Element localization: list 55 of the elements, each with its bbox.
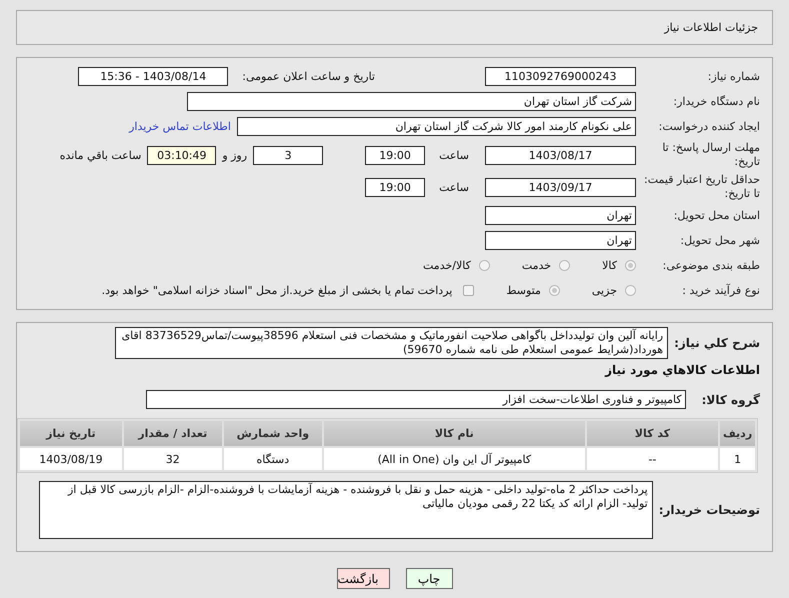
remaining-label: ساعت باقي مانده — [60, 148, 142, 162]
option-label: کالا — [602, 259, 617, 272]
table-cell: کامپیوتر آل این وان (All in One) — [324, 448, 585, 470]
buyer-notes-field[interactable]: پرداخت حداکثر 2 ماه-تولید داخلی - هزینه حمل و نقل با فروشنده - هزینه آزمایشات با فروشنده-الزام -الزام بازرسی کالا قبل از تولید- الزام ارائه کد یکتا 22 رقمی مودیان مالیاتی — [38, 481, 653, 539]
option-label: متوسط — [506, 284, 541, 297]
field-label: تاریخ و ساعت اعلان عمومی: — [242, 70, 375, 83]
city-field[interactable]: تهران — [485, 231, 636, 250]
column-header: کد کالا — [586, 421, 718, 446]
goods-group-field[interactable]: کامپیوتر و فناوری اطلاعات-سخت افزار — [146, 390, 686, 409]
field-label: استان محل تحویل: — [672, 208, 760, 222]
remaining-time-field[interactable]: 03:10:49 — [147, 146, 216, 164]
table-cell: 1403/08/19 — [20, 448, 122, 470]
column-header: تاریخ نیاز — [20, 421, 122, 446]
buyer-org-field[interactable]: شرکت گاز استان تهران — [187, 92, 636, 111]
option-label: کالا/خدمت — [423, 259, 471, 272]
date-field[interactable]: 1403/09/17 — [485, 178, 636, 196]
treasury-note: پرداخت تمام یا بخشی از مبلغ خرید.از محل "اسناد خزانه اسلامی" خواهد بود. — [102, 284, 452, 297]
field-label: حداقل تاریخ اعتبار قیمت: تا تاریخ: — [643, 173, 760, 201]
province-field[interactable]: تهران — [485, 206, 636, 225]
field-label: شرح کلي نياز: — [674, 336, 760, 350]
column-header: نام کالا — [324, 421, 585, 446]
option-label: جزیی — [592, 284, 617, 297]
option-label: خدمت — [522, 259, 552, 272]
field-label: نام دستگاه خریدار: — [672, 94, 760, 108]
table-cell: 32 — [124, 448, 222, 470]
field-label: مهلت ارسال پاسخ: تا تاریخ: — [661, 141, 760, 169]
contact-link[interactable]: اطلاعات تماس خریدار — [129, 120, 231, 133]
column-header: ردیف — [720, 421, 755, 446]
days-label: روز و — [222, 148, 248, 162]
need-number-field[interactable]: 1103092769000243 — [485, 67, 636, 86]
column-header: واحد شمارش — [224, 421, 322, 446]
field-label: ایجاد کننده درخواست: — [658, 120, 760, 134]
field-label: شهر محل تحویل: — [679, 234, 760, 248]
page-title: جزئیات اطلاعات نیاز — [664, 21, 758, 34]
time-label: ساعت — [439, 180, 469, 194]
creator-field[interactable]: علی نکونام کارمند امور کالا شرکت گاز استان تهران — [237, 117, 636, 136]
field-label: طبقه بندی موضوعی: — [662, 258, 760, 272]
field-label: توضیحات خریدار: — [658, 503, 760, 517]
column-header: تعداد / مقدار — [124, 421, 222, 446]
section-heading: اطلاعات کالاهاي مورد نياز — [604, 363, 761, 377]
time-field[interactable]: 19:00 — [365, 178, 426, 196]
time-label: ساعت — [439, 148, 469, 162]
time-field[interactable]: 19:00 — [365, 146, 426, 164]
field-label: گروه کالا: — [702, 392, 760, 406]
announce-date-field[interactable]: 1403/08/14 - 15:36 — [78, 67, 228, 86]
table-cell: 1 — [720, 448, 755, 470]
date-field[interactable]: 1403/08/17 — [485, 146, 636, 164]
field-label: نوع فرآیند خرید : — [681, 284, 760, 298]
print-button[interactable]: چاپ — [406, 568, 452, 589]
table-cell: -- — [586, 448, 718, 470]
field-label: شماره نیاز: — [706, 70, 760, 84]
days-field[interactable]: 3 — [253, 146, 324, 164]
description-field[interactable]: رایانه آلین وان تولیدداخل باگواهی صلاحیت انفورماتیک و مشخصات فنی استعلام 38596پیوست/تماس83736529 اقای هورداد(شرایط عمومی استعلام طی نامه شماره 59670) — [115, 327, 668, 359]
back-button[interactable]: بازگشت — [336, 568, 390, 589]
table-cell: دستگاه — [224, 448, 322, 470]
